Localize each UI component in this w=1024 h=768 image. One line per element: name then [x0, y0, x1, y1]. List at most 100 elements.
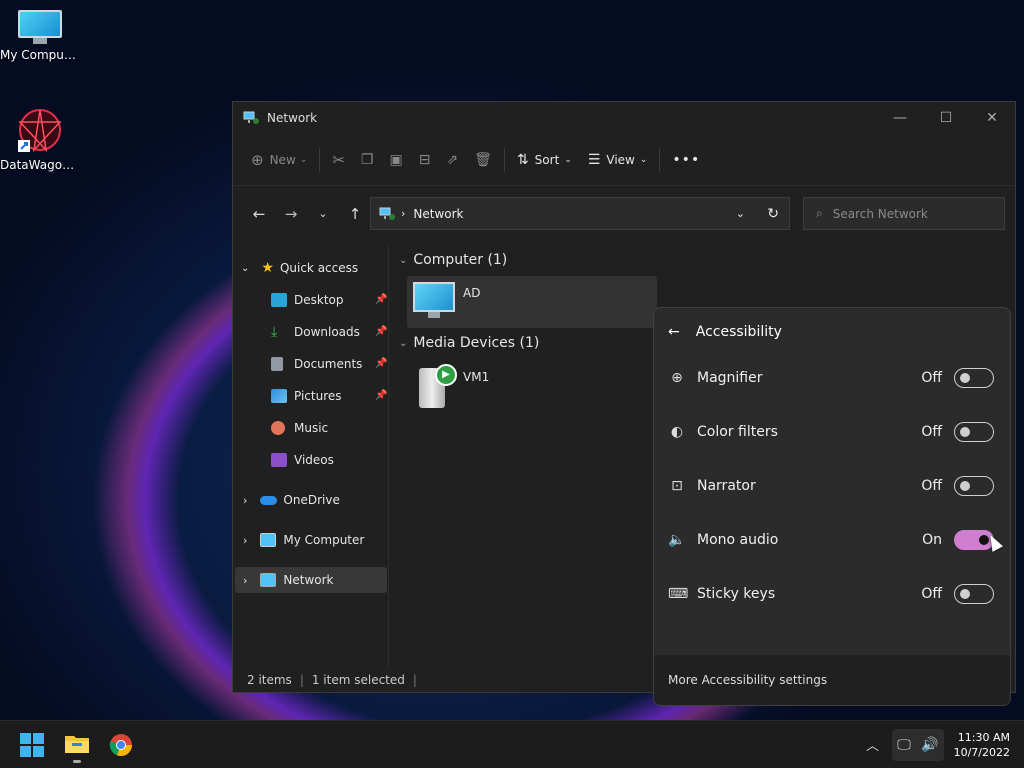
magnifier-icon: ⊕ — [671, 370, 683, 386]
sidebar-item-pictures[interactable]: Pictures — [271, 383, 389, 409]
pin-icon: 📌 — [375, 390, 388, 401]
flyout-footer: More Accessibility settings — [654, 655, 1010, 705]
desktop-icon-my-computer[interactable]: My Computer — [0, 10, 80, 62]
sticky-keys-row: ⌨ Sticky keys Off — [654, 567, 1010, 621]
chevron-down-icon: ⌄ — [241, 262, 250, 274]
chevron-right-icon: › — [243, 533, 248, 547]
sidebar-item-desktop[interactable]: Desktop — [271, 287, 389, 313]
close-button[interactable]: ✕ — [969, 102, 1015, 134]
color-filters-row: ◐ Color filters Off — [654, 405, 1010, 459]
selection-count: 1 item selected — [311, 673, 405, 687]
folder-icon — [65, 736, 89, 753]
windows-logo-icon — [20, 733, 44, 757]
back-button[interactable]: ← — [243, 205, 275, 223]
videos-icon — [271, 453, 287, 467]
cut-button[interactable]: ✂ — [324, 144, 353, 176]
arrow-left-icon: ← — [252, 204, 266, 223]
sidebar-item-onedrive[interactable]: › OneDrive — [243, 487, 340, 513]
chevron-down-icon: ⌄ — [299, 154, 308, 165]
chrome-icon — [109, 734, 133, 757]
state-label: Off — [921, 586, 942, 602]
arrow-up-icon: ↑ — [348, 204, 362, 223]
magnifier-toggle[interactable] — [954, 368, 994, 388]
minimize-button[interactable]: — — [877, 102, 923, 134]
desktop-icon-datawagon[interactable]: DataWagon... — [0, 106, 80, 172]
copy-icon: ❐ — [360, 151, 374, 168]
address-dropdown-icon[interactable]: ⌄ — [736, 207, 745, 220]
state-label: On — [922, 532, 942, 548]
sidebar-item-music[interactable]: Music — [271, 415, 328, 441]
sidebar-item-downloads[interactable]: ⤓ Downloads — [271, 319, 389, 345]
view-button[interactable]: ☰ View ⌄ — [580, 144, 656, 176]
desktop-icon-label: DataWagon... — [0, 158, 80, 172]
maximize-button[interactable]: ☐ — [923, 102, 969, 134]
volume-icon: 🔊 — [921, 737, 939, 753]
group-header-media-devices[interactable]: ⌄ Media Devices (1) — [399, 335, 539, 351]
computer-icon — [413, 282, 455, 320]
clock-date: 10/7/2022 — [953, 746, 1010, 759]
group-header-computer[interactable]: ⌄ Computer (1) — [399, 252, 507, 268]
more-accessibility-settings-link[interactable]: More Accessibility settings — [668, 673, 827, 687]
network-tray-icon[interactable]: 🖵 🔊 — [892, 729, 944, 761]
address-bar[interactable]: › Network ⌄ ↻ — [370, 197, 790, 230]
rename-icon: ⊟ — [418, 151, 431, 168]
paste-button[interactable]: ▣ — [381, 144, 410, 176]
sidebar-item-network[interactable]: › Network — [235, 567, 387, 593]
sort-button[interactable]: ⇅ Sort ⌄ — [509, 144, 580, 176]
narrator-row: ⊡ Narrator Off — [654, 459, 1010, 513]
accessibility-flyout: ← Accessibility ⊕ Magnifier Off ◐ Color … — [653, 307, 1011, 706]
chrome-taskbar-button[interactable] — [109, 733, 133, 757]
sidebar-item-videos[interactable]: Videos — [271, 447, 334, 473]
file-explorer-taskbar-button[interactable] — [64, 733, 90, 763]
show-hidden-icons-button[interactable]: ︿ — [866, 735, 879, 754]
up-button[interactable]: ↑ — [339, 205, 371, 223]
item-label: AD — [463, 286, 481, 300]
list-item-ad[interactable]: AD — [407, 276, 657, 328]
command-bar: ⊕ New ⌄ ✂ ❐ ▣ ⊟ ⇗ 🗑 ⇅ Sort ⌄ ☰ View ⌄ ••• — [233, 134, 1015, 186]
desktop-folder-icon — [271, 293, 287, 307]
view-icon: ☰ — [587, 151, 601, 168]
search-input[interactable]: ⌕ Search Network — [803, 197, 1005, 230]
trash-icon: 🗑 — [474, 151, 492, 168]
window-title: Network — [267, 111, 318, 125]
narrator-toggle[interactable] — [954, 476, 994, 496]
color-filters-toggle[interactable] — [954, 422, 994, 442]
back-arrow-icon[interactable]: ← — [668, 324, 680, 340]
pin-icon: 📌 — [375, 326, 388, 337]
magnifier-row: ⊕ Magnifier Off — [654, 351, 1010, 405]
copy-button[interactable]: ❐ — [353, 144, 382, 176]
item-label: VM1 — [463, 370, 490, 384]
network-icon — [260, 573, 277, 587]
list-item-vm1[interactable]: ▶ VM1 — [407, 360, 657, 412]
sticky-keys-toggle[interactable] — [954, 584, 994, 604]
sidebar-item-quick-access[interactable]: ⌄ ★ Quick access — [241, 255, 358, 281]
refresh-icon[interactable]: ↻ — [767, 206, 779, 222]
start-button[interactable] — [20, 733, 44, 757]
flyout-header: ← Accessibility — [654, 308, 1010, 356]
search-placeholder: Search Network — [832, 206, 928, 221]
share-button[interactable]: ⇗ — [438, 144, 466, 176]
clock[interactable]: 11:30 AM 10/7/2022 — [946, 730, 1010, 760]
title-bar[interactable]: Network — ☐ ✕ — [233, 102, 1015, 134]
network-icon — [243, 111, 259, 124]
state-label: Off — [921, 478, 942, 494]
rename-button[interactable]: ⊟ — [411, 144, 439, 176]
color-filters-icon: ◐ — [670, 424, 684, 440]
recent-locations-button[interactable]: ⌄ — [307, 207, 339, 220]
arrow-right-icon: → — [284, 204, 298, 223]
clock-time: 11:30 AM — [957, 731, 1010, 744]
search-icon: ⌕ — [816, 206, 823, 220]
delete-button[interactable]: 🗑 — [466, 144, 500, 176]
forward-button[interactable]: → — [275, 205, 307, 223]
pictures-icon — [271, 389, 287, 403]
chevron-down-icon: ⌄ — [564, 154, 572, 165]
cut-icon: ✂ — [332, 150, 345, 169]
plus-circle-icon: ⊕ — [251, 150, 264, 169]
monitor-icon — [18, 10, 62, 44]
sidebar-item-documents[interactable]: Documents — [271, 351, 389, 377]
breadcrumb-chevron-icon: › — [401, 207, 406, 220]
sidebar-item-my-computer[interactable]: › My Computer — [243, 527, 364, 553]
breadcrumb-network[interactable]: Network — [413, 207, 463, 221]
more-options-button[interactable]: ••• — [664, 144, 708, 176]
new-button[interactable]: ⊕ New ⌄ — [243, 144, 315, 176]
